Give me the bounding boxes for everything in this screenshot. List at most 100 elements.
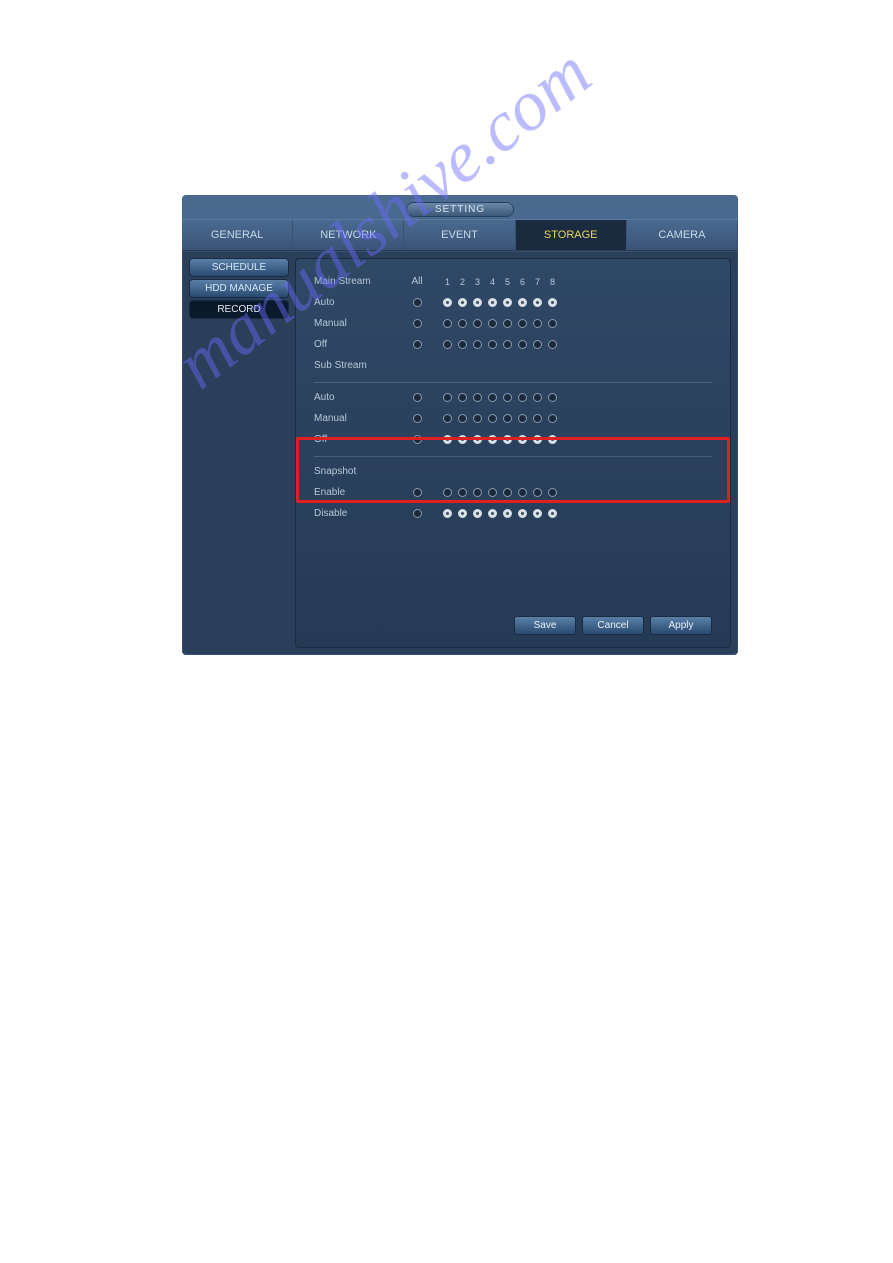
radio-sub-1-all[interactable]: [410, 414, 425, 423]
row-sub-0: Auto: [314, 387, 712, 408]
radio-sub-2-ch4[interactable]: [485, 435, 500, 444]
radio-snap-1-ch3[interactable]: [470, 509, 485, 518]
label-snap-1: Disable: [314, 508, 406, 519]
radio-sub-2-ch3[interactable]: [470, 435, 485, 444]
tab-general[interactable]: GENERAL: [182, 220, 293, 250]
radio-sub-1-ch6[interactable]: [515, 414, 530, 423]
col-2: 2: [455, 277, 470, 287]
sidebar: SCHEDULE HDD MANAGE RECORD: [189, 258, 289, 648]
section-label-snapshot: Snapshot: [314, 466, 406, 477]
sidebar-item-hdd-manage[interactable]: HDD MANAGE: [189, 279, 289, 298]
radio-main-2-ch7[interactable]: [530, 340, 545, 349]
radio-main-1-ch3[interactable]: [470, 319, 485, 328]
body-area: SCHEDULE HDD MANAGE RECORD Main Stream A…: [182, 251, 738, 655]
tab-bar: GENERAL NETWORK EVENT STORAGE CAMERA: [182, 219, 738, 251]
radio-sub-2-ch1[interactable]: [440, 435, 455, 444]
radio-snap-1-ch4[interactable]: [485, 509, 500, 518]
radio-main-0-ch8[interactable]: [545, 298, 560, 307]
radio-main-1-ch5[interactable]: [500, 319, 515, 328]
label-main-1: Manual: [314, 318, 406, 329]
col-all: All: [406, 276, 428, 287]
cancel-button[interactable]: Cancel: [582, 616, 644, 635]
radio-snap-0-ch2[interactable]: [455, 488, 470, 497]
radio-sub-1-ch1[interactable]: [440, 414, 455, 423]
radio-sub-0-ch7[interactable]: [530, 393, 545, 402]
radio-main-0-ch4[interactable]: [485, 298, 500, 307]
window-title: SETTING: [406, 202, 514, 217]
radio-sub-0-ch4[interactable]: [485, 393, 500, 402]
radio-main-1-ch1[interactable]: [440, 319, 455, 328]
tab-event[interactable]: EVENT: [404, 220, 515, 250]
radio-main-0-ch6[interactable]: [515, 298, 530, 307]
radio-main-0-ch7[interactable]: [530, 298, 545, 307]
radio-sub-1-ch5[interactable]: [500, 414, 515, 423]
radio-sub-2-ch8[interactable]: [545, 435, 560, 444]
radio-sub-0-ch5[interactable]: [500, 393, 515, 402]
radio-main-2-ch5[interactable]: [500, 340, 515, 349]
save-button[interactable]: Save: [514, 616, 576, 635]
radio-main-0-ch5[interactable]: [500, 298, 515, 307]
radio-main-1-ch7[interactable]: [530, 319, 545, 328]
tab-camera[interactable]: CAMERA: [627, 220, 738, 250]
radio-snap-0-ch7[interactable]: [530, 488, 545, 497]
radio-main-1-ch6[interactable]: [515, 319, 530, 328]
radio-main-2-ch2[interactable]: [455, 340, 470, 349]
radio-sub-1-ch4[interactable]: [485, 414, 500, 423]
radio-main-2-ch8[interactable]: [545, 340, 560, 349]
sidebar-item-record[interactable]: RECORD: [189, 300, 289, 319]
radio-main-1-ch8[interactable]: [545, 319, 560, 328]
radio-main-1-all[interactable]: [410, 319, 425, 328]
radio-main-1-ch4[interactable]: [485, 319, 500, 328]
radio-main-2-ch1[interactable]: [440, 340, 455, 349]
radio-sub-0-ch6[interactable]: [515, 393, 530, 402]
radio-main-0-all[interactable]: [410, 298, 425, 307]
header-row: Main Stream All 1 2 3 4 5 6 7 8: [314, 271, 712, 292]
radio-sub-1-ch7[interactable]: [530, 414, 545, 423]
footer-buttons: Save Cancel Apply: [514, 616, 712, 635]
radio-sub-0-all[interactable]: [410, 393, 425, 402]
label-main-0: Auto: [314, 297, 406, 308]
radio-snap-0-ch3[interactable]: [470, 488, 485, 497]
sidebar-item-schedule[interactable]: SCHEDULE: [189, 258, 289, 277]
radio-sub-0-ch8[interactable]: [545, 393, 560, 402]
radio-snap-1-ch8[interactable]: [545, 509, 560, 518]
radio-snap-0-ch4[interactable]: [485, 488, 500, 497]
col-4: 4: [485, 277, 500, 287]
radio-sub-0-ch3[interactable]: [470, 393, 485, 402]
radio-sub-1-ch8[interactable]: [545, 414, 560, 423]
radio-snap-1-ch5[interactable]: [500, 509, 515, 518]
radio-main-2-ch3[interactable]: [470, 340, 485, 349]
radio-sub-0-ch1[interactable]: [440, 393, 455, 402]
radio-snap-0-ch5[interactable]: [500, 488, 515, 497]
radio-main-0-ch3[interactable]: [470, 298, 485, 307]
tab-network[interactable]: NETWORK: [293, 220, 404, 250]
radio-sub-1-ch3[interactable]: [470, 414, 485, 423]
radio-main-2-all[interactable]: [410, 340, 425, 349]
apply-button[interactable]: Apply: [650, 616, 712, 635]
content-panel: Main Stream All 1 2 3 4 5 6 7 8 Auto Manu…: [295, 258, 731, 648]
radio-main-1-ch2[interactable]: [455, 319, 470, 328]
radio-snap-0-ch1[interactable]: [440, 488, 455, 497]
radio-sub-2-all[interactable]: [410, 435, 425, 444]
radio-main-2-ch4[interactable]: [485, 340, 500, 349]
radio-main-2-ch6[interactable]: [515, 340, 530, 349]
radio-sub-2-ch5[interactable]: [500, 435, 515, 444]
divider-snap: [314, 456, 712, 457]
radio-sub-2-ch2[interactable]: [455, 435, 470, 444]
radio-snap-0-all[interactable]: [410, 488, 425, 497]
radio-snap-1-ch1[interactable]: [440, 509, 455, 518]
row-snap-1: Disable: [314, 503, 712, 524]
radio-snap-1-ch2[interactable]: [455, 509, 470, 518]
radio-main-0-ch1[interactable]: [440, 298, 455, 307]
radio-sub-2-ch7[interactable]: [530, 435, 545, 444]
radio-sub-2-ch6[interactable]: [515, 435, 530, 444]
radio-main-0-ch2[interactable]: [455, 298, 470, 307]
radio-snap-1-ch6[interactable]: [515, 509, 530, 518]
radio-sub-1-ch2[interactable]: [455, 414, 470, 423]
tab-storage[interactable]: STORAGE: [516, 220, 627, 250]
radio-snap-0-ch8[interactable]: [545, 488, 560, 497]
radio-sub-0-ch2[interactable]: [455, 393, 470, 402]
radio-snap-1-ch7[interactable]: [530, 509, 545, 518]
radio-snap-0-ch6[interactable]: [515, 488, 530, 497]
radio-snap-1-all[interactable]: [410, 509, 425, 518]
